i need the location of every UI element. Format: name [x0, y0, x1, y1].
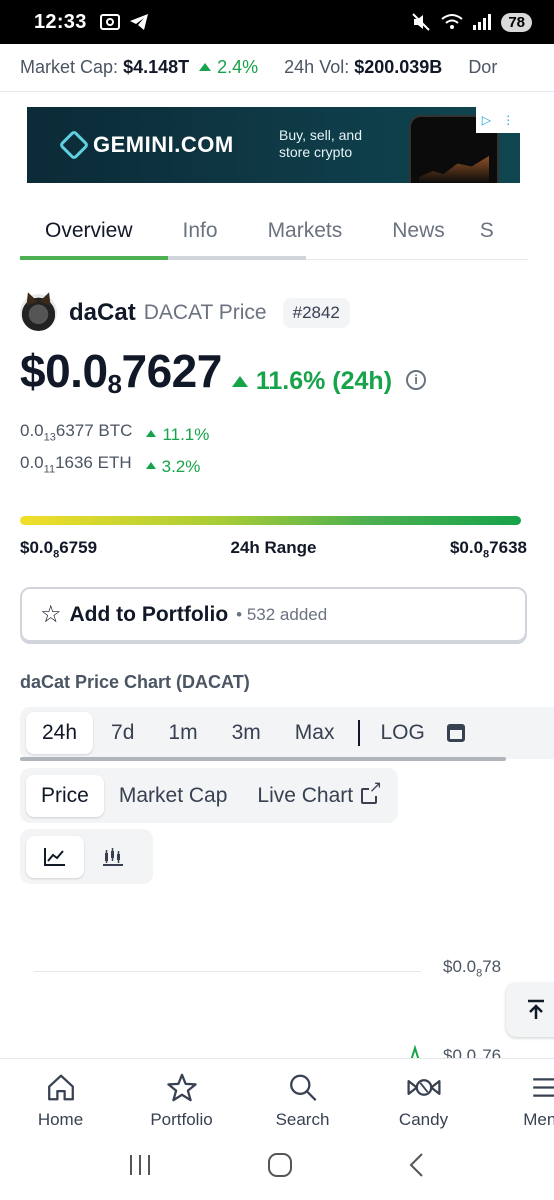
log-toggle[interactable]: LOG	[374, 712, 430, 754]
back-icon[interactable]	[407, 1152, 427, 1178]
home-button-icon[interactable]	[266, 1151, 294, 1179]
portfolio-label: Add to Portfolio	[69, 602, 229, 626]
screenshot-icon	[99, 14, 120, 30]
bottom-navigation: Home Portfolio Search Candy Menu	[0, 1058, 554, 1130]
info-icon[interactable]: i	[406, 369, 427, 390]
coin-header: daCat DACAT Price #2842	[20, 294, 350, 331]
price-row: $0.087627 11.6% (24h) i	[20, 344, 427, 400]
btc-price-row: 0.0136377 BTC 11.1%	[20, 418, 209, 450]
ad-more-icon: ⋮	[502, 113, 515, 127]
range-7d[interactable]: 7d	[95, 712, 150, 754]
mute-icon	[412, 13, 431, 31]
time-range-selector: 24h 7d 1m 3m Max LOG	[20, 707, 554, 759]
coin-subtitle: DACAT Price	[143, 300, 267, 324]
alt-prices: 0.0136377 BTC 11.1% 0.0111636 ETH 3.2%	[20, 418, 209, 483]
range-labels: $0.086759 24h Range $0.087638	[20, 538, 527, 560]
range-high: $0.087638	[449, 538, 527, 561]
status-bar: 12:33 78	[0, 0, 554, 44]
eth-price-row: 0.0111636 ETH 3.2%	[20, 450, 209, 482]
nav-home[interactable]: Home	[0, 1059, 121, 1130]
menu-icon	[532, 1078, 554, 1097]
volume-value: $200.039B	[354, 57, 443, 77]
nav-menu[interactable]: Menu	[484, 1059, 554, 1130]
scroll-to-top-button[interactable]	[506, 983, 554, 1037]
up-arrow-icon	[231, 376, 248, 387]
tab-info[interactable]: Info	[158, 204, 243, 258]
range-label: 24h Range	[230, 538, 317, 557]
wifi-icon	[441, 14, 463, 29]
eth-price: 0.0111636 ETH	[20, 453, 132, 476]
market-cap-change: 2.4%	[217, 57, 259, 77]
ad-banner[interactable]: GEMINI.COM Buy, sell, and store crypto ▷…	[27, 107, 520, 183]
dominance-label: Dor	[468, 57, 498, 77]
star-icon: ☆	[40, 601, 62, 628]
up-arrow-icon	[199, 62, 212, 71]
ad-brand: GEMINI.COM	[93, 132, 234, 157]
chart-mode-selector: Price Market Cap Live Chart	[20, 768, 399, 823]
time-range-scrollbar[interactable]	[20, 757, 506, 761]
tabs-divider	[306, 259, 528, 260]
candy-icon	[406, 1079, 441, 1096]
btc-change: 11.1%	[162, 424, 210, 444]
range-3m[interactable]: 3m	[216, 712, 277, 754]
nav-search[interactable]: Search	[242, 1059, 363, 1130]
telegram-icon	[129, 14, 148, 30]
range-low: $0.086759	[20, 538, 98, 561]
tab-overview[interactable]: Overview	[20, 204, 158, 258]
ad-tagline: Buy, sell, and store crypto	[279, 127, 363, 160]
line-chart-icon	[44, 847, 65, 866]
gemini-logo-icon	[58, 129, 90, 161]
external-link-icon	[361, 779, 383, 804]
range-24h[interactable]: 24h	[26, 712, 94, 754]
mode-market-cap[interactable]: Market Cap	[104, 775, 243, 817]
coin-name: daCat	[69, 298, 136, 326]
up-arrow-icon	[146, 429, 157, 437]
coin-logo	[20, 294, 57, 331]
ad-choices-button[interactable]: ▷ ⋮	[476, 107, 520, 133]
status-time: 12:33	[34, 10, 87, 33]
recent-apps-icon[interactable]	[127, 1153, 153, 1177]
candlestick-chart-button[interactable]	[84, 836, 142, 878]
volume-label: 24h Vol:	[284, 57, 350, 77]
market-ticker: Market Cap: $4.148T 2.4% 24h Vol: $200.0…	[0, 44, 554, 92]
home-icon	[47, 1074, 74, 1101]
range-divider	[358, 720, 361, 746]
add-to-portfolio-button[interactable]: ☆ Add to Portfolio • 532 added	[20, 587, 527, 642]
ad-play-icon: ▷	[481, 113, 491, 127]
chart-gridline	[34, 971, 421, 972]
nav-candy[interactable]: Candy	[363, 1059, 484, 1130]
tab-news[interactable]: News	[367, 204, 470, 258]
arrow-up-icon	[528, 999, 544, 1019]
market-cap-value: $4.148T	[123, 57, 190, 77]
chart-title: daCat Price Chart (DACAT)	[20, 672, 250, 692]
search-icon	[289, 1074, 316, 1101]
mode-price[interactable]: Price	[26, 774, 104, 817]
chart-type-selector	[20, 829, 153, 884]
coin-tabs: Overview Info Markets News S	[20, 202, 554, 260]
range-1m[interactable]: 1m	[152, 712, 213, 754]
battery-indicator: 78	[501, 12, 532, 32]
coin-price: $0.087627	[20, 345, 222, 399]
range-bar	[20, 516, 521, 525]
portfolio-count: • 532 added	[236, 604, 328, 624]
tab-markets[interactable]: Markets	[243, 204, 368, 258]
tab-more[interactable]: S	[470, 204, 519, 258]
rank-badge: #2842	[282, 297, 350, 328]
chart-y-label: $0.0878	[443, 957, 502, 980]
line-chart-button[interactable]	[26, 835, 84, 878]
eth-change: 3.2%	[161, 457, 201, 477]
market-cap-label: Market Cap:	[20, 57, 119, 77]
system-navigation	[0, 1130, 554, 1200]
range-max[interactable]: Max	[279, 712, 351, 754]
candlestick-icon	[103, 847, 123, 866]
mode-live-chart[interactable]: Live Chart	[242, 775, 392, 817]
calendar-icon[interactable]	[446, 724, 465, 742]
star-icon	[166, 1073, 197, 1102]
up-arrow-icon	[145, 462, 156, 470]
btc-price: 0.0136377 BTC	[20, 421, 133, 444]
nav-portfolio[interactable]: Portfolio	[121, 1059, 242, 1130]
tabs-scrollbar[interactable]	[20, 256, 306, 260]
signal-icon	[473, 14, 492, 30]
price-change-24h: 11.6% (24h)	[231, 367, 392, 396]
